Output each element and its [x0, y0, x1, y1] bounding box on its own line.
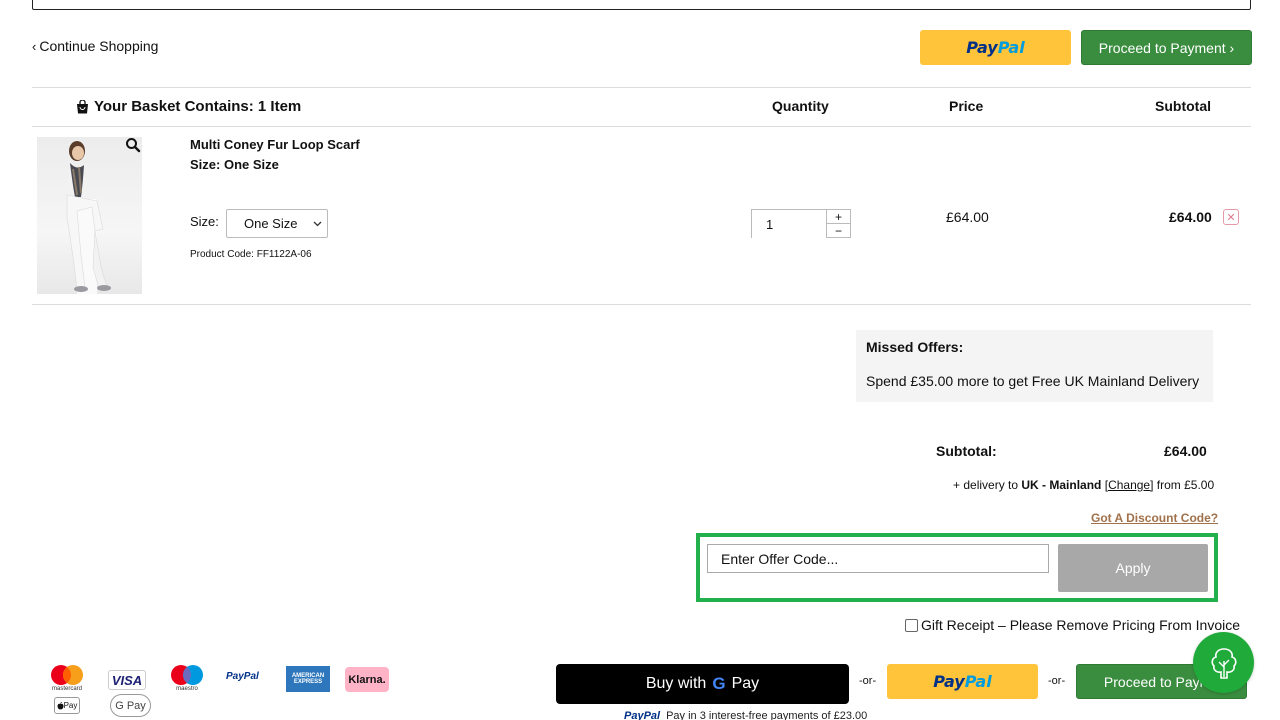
zoom-icon[interactable]	[125, 137, 141, 153]
basket-header: Your Basket Contains: 1 Item	[76, 98, 301, 115]
maestro-icon: maestro	[168, 664, 206, 694]
item-price: £64.00	[946, 209, 989, 225]
quantity-decrease-button[interactable]: −	[826, 223, 851, 238]
google-pay-icon: G Pay	[110, 694, 151, 717]
offer-code-input[interactable]: Enter Offer Code...	[707, 544, 1049, 573]
paypal-logo-pal: Pal	[997, 38, 1025, 57]
delivery-region: UK - Mainland	[1021, 478, 1102, 492]
delivery-suffix: from £5.00	[1156, 478, 1215, 492]
change-delivery-link[interactable]: [Change]	[1105, 478, 1154, 492]
quantity-increase-button[interactable]: +	[826, 209, 851, 224]
google-pay-button[interactable]: Buy with G Pay	[556, 664, 849, 704]
or-separator: -or-	[1048, 675, 1066, 687]
paypal-icon: PayPal	[226, 671, 259, 682]
gpay-button-label: Buy with	[645, 675, 707, 692]
gift-receipt-checkbox[interactable]	[905, 618, 918, 632]
apply-button[interactable]: Apply	[1058, 544, 1208, 592]
product-size: Size: One Size	[190, 157, 279, 172]
size-select[interactable]: One Size	[226, 209, 328, 238]
paypal-pay-later-text: Pay in 3 interest-free payments of £23.0…	[666, 710, 868, 720]
product-name[interactable]: Multi Coney Fur Loop Scarf	[190, 137, 360, 152]
paypal-logo-pay: Pay	[933, 672, 965, 691]
product-code: Product Code: FF1122A-06	[190, 249, 312, 260]
missed-offers-title: Missed Offers:	[866, 339, 964, 355]
divider	[32, 126, 1251, 127]
discount-code-link[interactable]: Got A Discount Code?	[1091, 511, 1218, 525]
paypal-logo-pal: Pal	[964, 672, 992, 691]
gift-receipt-label: Gift Receipt – Please Remove Pricing Fro…	[921, 617, 1241, 633]
top-box-border	[32, 0, 1251, 10]
maestro-label: maestro	[176, 686, 198, 692]
missed-offers-text: Spend £35.00 more to get Free UK Mainlan…	[866, 373, 1200, 389]
divider	[32, 304, 1251, 305]
apple-icon	[57, 701, 64, 709]
column-header-price: Price	[949, 98, 984, 114]
amex-icon: AMERICAN EXPRESS	[286, 666, 330, 692]
apple-pay-icon: Pay	[54, 697, 80, 714]
proceed-to-payment-button-top[interactable]: Proceed to Payment ›	[1081, 30, 1252, 65]
delivery-prefix: + delivery to	[953, 478, 1019, 492]
remove-item-icon[interactable]: ✕	[1223, 209, 1239, 225]
paypal-button-bottom[interactable]: Pay Pal	[887, 664, 1038, 699]
gpay-pay-label: Pay	[731, 675, 760, 692]
visa-icon: VISA	[108, 670, 146, 690]
missed-offers-panel: Missed Offers: Spend £35.00 more to get …	[856, 330, 1213, 402]
continue-shopping-label: Continue Shopping	[39, 38, 159, 54]
basket-title: Your Basket Contains: 1 Item	[94, 98, 302, 115]
column-header-quantity: Quantity	[772, 98, 829, 114]
apple-pay-label: Pay	[63, 701, 78, 710]
paypal-logo-pay: Pay	[966, 38, 998, 57]
quantity-input[interactable]: 1	[751, 209, 827, 238]
chevron-left-icon: ‹	[32, 39, 37, 54]
item-subtotal: £64.00	[1169, 209, 1212, 225]
chevron-down-icon	[313, 221, 322, 227]
paypal-pay-later-message: PayPal Pay in 3 interest-free payments o…	[624, 710, 867, 720]
summary-subtotal-value: £64.00	[1164, 443, 1207, 459]
klarna-icon: Klarna.	[345, 667, 389, 692]
product-image[interactable]	[37, 137, 142, 294]
tree-icon[interactable]	[1193, 632, 1254, 693]
column-header-subtotal: Subtotal	[1155, 98, 1211, 114]
delivery-info: + delivery to UK - Mainland [Change] fro…	[953, 478, 1214, 492]
size-label: Size:	[190, 214, 219, 229]
paypal-button-top[interactable]: Pay Pal	[920, 30, 1071, 65]
summary-subtotal-label: Subtotal:	[936, 443, 997, 459]
mastercard-label: mastercard	[51, 686, 82, 692]
google-g-icon: G	[712, 674, 726, 693]
size-select-value: One Size	[244, 216, 298, 231]
paypal-pay-later-logo: PayPal	[624, 710, 661, 720]
continue-shopping-link[interactable]: ‹ Continue Shopping	[32, 38, 158, 54]
shopping-bag-icon	[77, 99, 88, 113]
gift-receipt-option[interactable]: Gift Receipt – Please Remove Pricing Fro…	[905, 617, 1240, 633]
divider	[32, 87, 1251, 88]
mastercard-icon: mastercard	[48, 664, 86, 694]
or-separator: -or-	[859, 675, 877, 687]
